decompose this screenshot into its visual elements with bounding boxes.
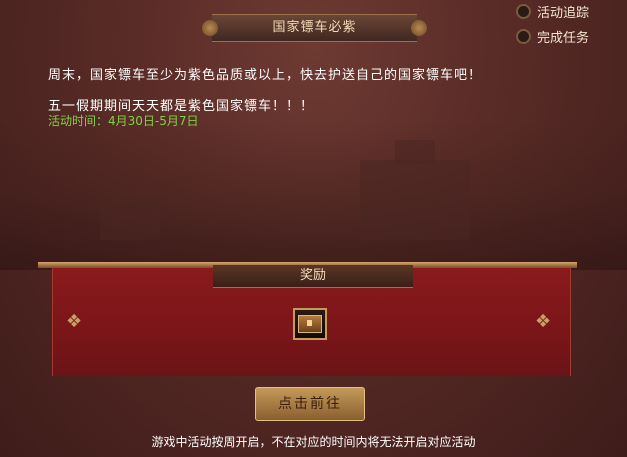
activity-title: 国家镖车必紫	[202, 14, 427, 42]
castle-center	[360, 160, 470, 240]
radio-icon[interactable]	[516, 4, 531, 19]
tasks-label: 完成任务	[537, 31, 590, 46]
castle-tower	[395, 140, 435, 164]
reward-title: 奖励	[213, 265, 413, 288]
left-ornament-icon: ❖	[66, 311, 83, 332]
description-line1: 周末，国家镖车至少为紫色品质或以上，快去护送自己的国家镖车吧！	[48, 68, 483, 83]
right-ornament-icon: ❖	[535, 311, 552, 332]
radio-icon[interactable]	[516, 29, 531, 44]
chest-graphic	[298, 315, 322, 333]
activity-time: 活动时间：4月30日-5月7日	[48, 114, 199, 128]
chest-icon[interactable]	[293, 308, 327, 340]
castle-left	[100, 200, 160, 240]
go-button[interactable]: 点击前往	[255, 387, 365, 421]
complete-tasks-toggle[interactable]: 完成任务	[516, 27, 589, 46]
background-scenery	[0, 120, 627, 270]
track-label: 活动追踪	[537, 6, 590, 21]
track-activity-toggle[interactable]: 活动追踪	[516, 2, 589, 21]
footer-note: 游戏中活动按周开启，不在对应的时间内将无法开启对应活动	[151, 435, 476, 449]
activity-window: 国家镖车必紫 活动追踪 完成任务 周末，国家镖车至少为紫色品质或以上，快去护送自…	[0, 0, 627, 457]
